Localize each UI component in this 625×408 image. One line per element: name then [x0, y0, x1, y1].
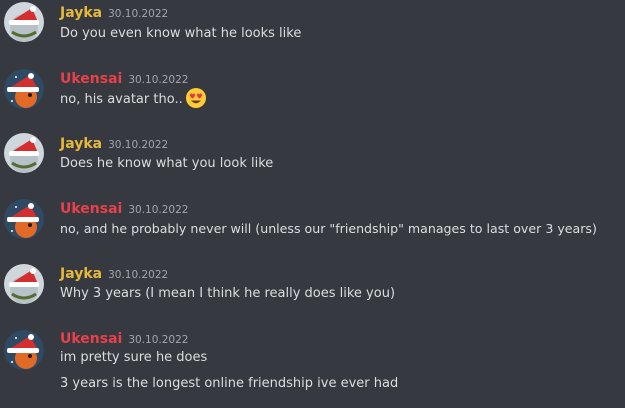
- message-header: Jayka 30.10.2022: [60, 2, 168, 22]
- timestamp: 30.10.2022: [108, 139, 169, 151]
- message-header: Jayka 30.10.2022: [60, 263, 168, 283]
- timestamp: 30.10.2022: [128, 204, 189, 216]
- timestamp: 30.10.2022: [108, 8, 169, 20]
- message-text: no, and he probably never will (unless o…: [60, 221, 597, 236]
- message-text: no, his avatar tho..: [60, 87, 207, 110]
- username[interactable]: Ukensai: [60, 201, 122, 217]
- message-header: Ukensai 30.10.2022: [60, 68, 188, 88]
- username[interactable]: Ukensai: [60, 71, 122, 87]
- avatar-ukensai[interactable]: [4, 330, 44, 370]
- username[interactable]: Ukensai: [60, 331, 122, 347]
- message-header: Ukensai 30.10.2022: [60, 328, 188, 348]
- message-header: Jayka 30.10.2022: [60, 133, 168, 153]
- message-text: Do you even know what he looks like: [60, 26, 302, 41]
- avatar-jayka[interactable]: [4, 264, 44, 304]
- avatar-jayka[interactable]: [4, 2, 44, 42]
- message-text: Why 3 years (I mean I think he really do…: [60, 286, 396, 301]
- username[interactable]: Jayka: [60, 136, 102, 152]
- heart-eyes-emoji-icon[interactable]: [185, 87, 207, 109]
- username[interactable]: Jayka: [60, 5, 102, 21]
- avatar-jayka[interactable]: [4, 133, 44, 173]
- username[interactable]: Jayka: [60, 266, 102, 282]
- message-text: im pretty sure he does: [60, 350, 208, 365]
- timestamp: 30.10.2022: [128, 334, 189, 346]
- message-header: Ukensai 30.10.2022: [60, 198, 188, 218]
- message-text: Does he know what you look like: [60, 156, 274, 171]
- avatar-ukensai[interactable]: [4, 69, 44, 109]
- message-text-content: no, his avatar tho..: [60, 92, 183, 107]
- timestamp: 30.10.2022: [108, 269, 169, 281]
- timestamp: 30.10.2022: [128, 74, 189, 86]
- message-text: 3 years is the longest online friendship…: [60, 376, 399, 391]
- avatar-ukensai[interactable]: [4, 199, 44, 239]
